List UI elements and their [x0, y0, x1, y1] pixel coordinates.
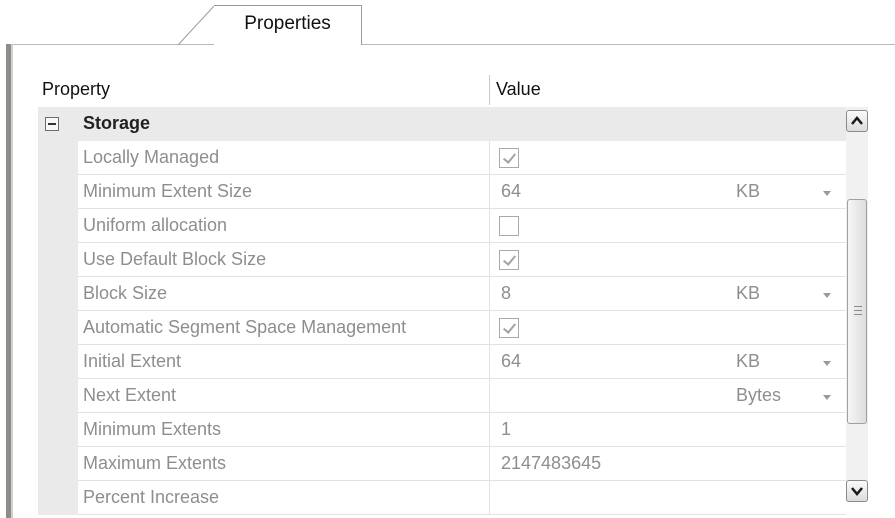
property-row[interactable]: Next Extent Bytes	[38, 379, 846, 413]
row-gutter	[38, 141, 78, 175]
property-value[interactable]: 2147483645	[501, 453, 601, 474]
column-divider	[489, 447, 490, 481]
tab-strip: Properties	[0, 0, 895, 46]
row-gutter	[38, 209, 78, 243]
property-name: Uniform allocation	[83, 215, 228, 235]
property-row[interactable]: Automatic Segment Space Management	[38, 311, 846, 345]
scroll-up-button[interactable]	[846, 110, 868, 132]
property-row[interactable]: Maximum Extents 2147483645	[38, 447, 846, 481]
grip-icon	[854, 306, 862, 316]
property-row[interactable]: Block Size 8 KB	[38, 277, 846, 311]
property-name: Block Size	[83, 283, 168, 303]
row-gutter	[38, 311, 78, 345]
unit-select[interactable]: KB	[736, 351, 760, 372]
column-divider	[489, 379, 490, 413]
column-divider	[489, 413, 490, 447]
column-divider	[489, 209, 490, 243]
property-name: Minimum Extent Size	[83, 181, 253, 201]
property-value[interactable]: 64	[501, 351, 521, 372]
column-divider	[489, 141, 490, 175]
property-row[interactable]: Initial Extent 64 KB	[38, 345, 846, 379]
dropdown-arrow-icon[interactable]	[818, 285, 836, 305]
property-grid: Property Value Storage Locally Managed Mi…	[38, 73, 866, 518]
dropdown-arrow-icon[interactable]	[818, 183, 836, 203]
dropdown-arrow-icon[interactable]	[818, 353, 836, 373]
row-gutter	[38, 413, 78, 447]
vertical-scrollbar[interactable]	[846, 107, 868, 502]
property-name: Percent Increase	[83, 487, 220, 507]
unit-select[interactable]: KB	[736, 181, 760, 202]
property-name: Minimum Extents	[83, 419, 222, 439]
property-value[interactable]: 64	[501, 181, 521, 202]
column-header-property[interactable]: Property	[42, 79, 110, 100]
property-name: Locally Managed	[83, 147, 220, 167]
row-gutter	[38, 175, 78, 209]
row-gutter	[38, 345, 78, 379]
unit-select[interactable]: KB	[736, 283, 760, 304]
column-divider	[489, 277, 490, 311]
column-divider	[489, 243, 490, 277]
property-rows: Locally Managed Minimum Extent Size 64 KB Un…	[38, 141, 846, 515]
panel-left-border-inner	[11, 44, 13, 518]
dropdown-arrow-icon[interactable]	[818, 387, 836, 407]
property-checkbox[interactable]	[499, 148, 519, 168]
property-row[interactable]: Locally Managed	[38, 141, 846, 175]
group-row-storage[interactable]: Storage	[38, 107, 846, 141]
collapse-icon[interactable]	[45, 117, 59, 131]
property-checkbox[interactable]	[499, 250, 519, 270]
row-gutter	[38, 243, 78, 277]
property-name: Automatic Segment Space Management	[83, 317, 407, 337]
row-gutter	[38, 277, 78, 311]
scrollbar-thumb[interactable]	[847, 199, 867, 424]
scroll-down-button[interactable]	[846, 480, 868, 502]
column-divider	[489, 481, 490, 515]
tab-properties[interactable]: Properties	[214, 5, 362, 45]
row-gutter	[38, 379, 78, 413]
property-row[interactable]: Minimum Extent Size 64 KB	[38, 175, 846, 209]
column-divider	[489, 175, 490, 209]
group-label: Storage	[83, 113, 151, 133]
column-header: Property Value	[38, 73, 866, 107]
property-value[interactable]: 1	[501, 419, 511, 440]
chevron-down-icon	[851, 487, 863, 496]
property-checkbox[interactable]	[499, 216, 519, 236]
property-row[interactable]: Percent Increase	[38, 481, 846, 515]
row-gutter	[38, 447, 78, 481]
unit-select[interactable]: Bytes	[736, 385, 781, 406]
row-gutter	[38, 481, 78, 515]
property-name: Initial Extent	[83, 351, 182, 371]
property-name: Maximum Extents	[83, 453, 227, 473]
column-header-value[interactable]: Value	[496, 79, 541, 100]
property-name: Use Default Block Size	[83, 249, 267, 269]
column-header-divider[interactable]	[489, 75, 490, 105]
property-row[interactable]: Minimum Extents 1	[38, 413, 846, 447]
column-divider	[489, 311, 490, 345]
property-checkbox[interactable]	[499, 318, 519, 338]
property-row[interactable]: Uniform allocation	[38, 209, 846, 243]
property-value[interactable]: 8	[501, 283, 511, 304]
property-name: Next Extent	[83, 385, 177, 405]
column-divider	[489, 345, 490, 379]
tab-baseline	[10, 44, 895, 45]
property-row[interactable]: Use Default Block Size	[38, 243, 846, 277]
chevron-up-icon	[851, 116, 863, 125]
